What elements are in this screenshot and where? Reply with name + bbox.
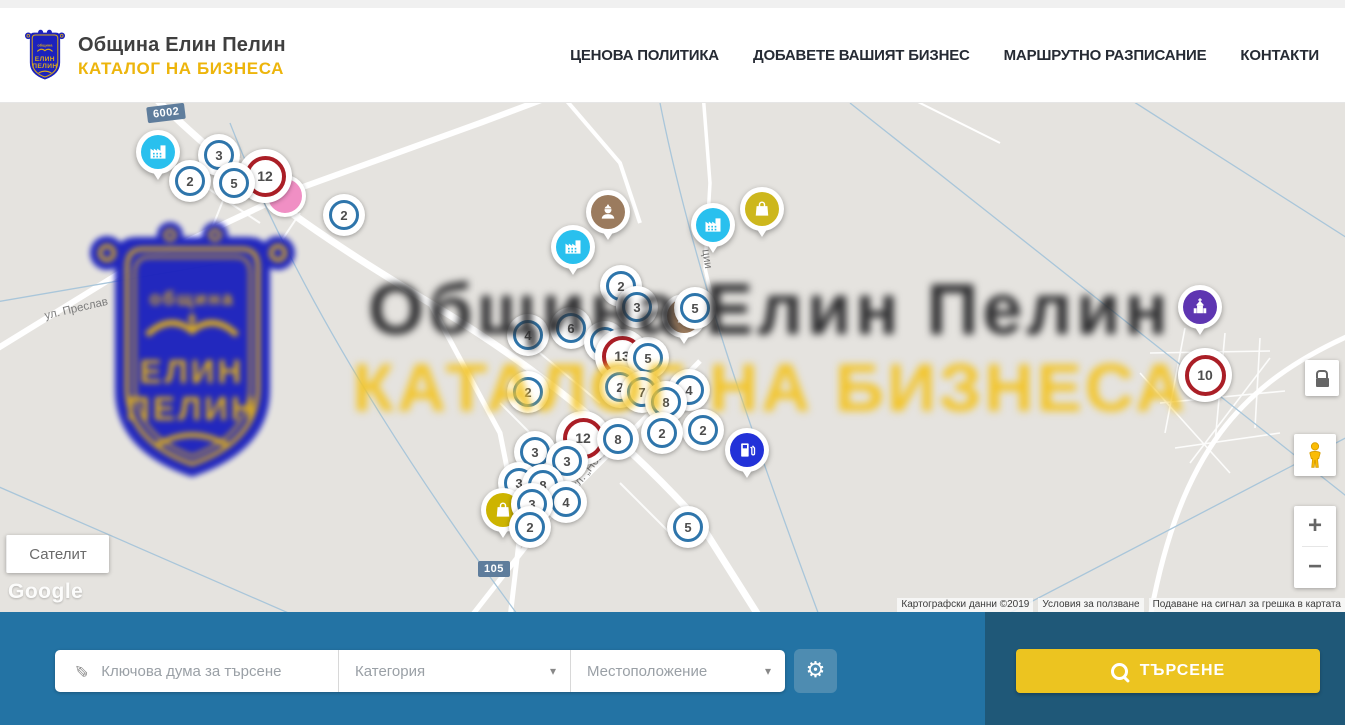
- map-pin-church-icon[interactable]: [1178, 285, 1222, 329]
- attribution-terms-link[interactable]: Условия за ползване: [1038, 598, 1143, 612]
- pegman-icon: [1302, 441, 1328, 469]
- gear-icon: ⚙: [806, 660, 826, 682]
- map-cluster-marker[interactable]: 2: [507, 371, 549, 413]
- search-icon: [1111, 663, 1128, 680]
- nav-route-schedule[interactable]: МАРШРУТНО РАЗПИСАНИЕ: [1004, 47, 1207, 64]
- site-title-block: Община Елин Пелин КАТАЛОГ НА БИЗНЕСА: [78, 34, 286, 79]
- category-select[interactable]: Категория ▾: [338, 650, 570, 692]
- map-cluster-marker[interactable]: 2: [169, 160, 211, 202]
- map-pin-fuel-icon[interactable]: [725, 428, 769, 472]
- keyword-field: ✎: [55, 650, 338, 692]
- nav-contacts[interactable]: КОНТАКТИ: [1240, 47, 1319, 64]
- site-subtitle: КАТАЛОГ НА БИЗНЕСА: [78, 59, 286, 79]
- map-pin-factory-icon[interactable]: [551, 225, 595, 269]
- map-cluster-marker[interactable]: 5: [213, 162, 255, 204]
- search-fields: ✎ Категория ▾ Местоположение ▾: [55, 650, 785, 692]
- nav-add-your-business[interactable]: ДОБАВЕТЕ ВАШИЯТ БИЗНЕС: [753, 47, 970, 64]
- svg-text:община: община: [37, 42, 53, 47]
- street-view-pegman-button[interactable]: [1294, 434, 1336, 476]
- search-button[interactable]: ТЪРСЕНЕ: [1016, 649, 1320, 693]
- map-cluster-marker[interactable]: 2: [682, 409, 724, 451]
- map-canvas[interactable]: ул. Преслав бул. „Новосел ции 6002 105 3…: [0, 103, 1345, 612]
- map-type-satellite-button[interactable]: Сателит: [6, 535, 109, 573]
- zoom-out-button[interactable]: −: [1294, 547, 1336, 587]
- nav-pricing-policy[interactable]: ЦЕНОВА ПОЛИТИКА: [570, 47, 719, 64]
- google-logo[interactable]: Google: [8, 580, 83, 604]
- svg-text:ЕЛИН: ЕЛИН: [35, 56, 55, 63]
- map-pin-bag-icon[interactable]: [740, 187, 784, 231]
- zoom-in-button[interactable]: +: [1294, 506, 1336, 546]
- advanced-settings-button[interactable]: ⚙: [794, 649, 837, 693]
- search-bar: ✎ Категория ▾ Местоположение ▾ ⚙ ТЪРСЕНЕ: [0, 612, 1345, 725]
- map-cluster-marker[interactable]: 4: [507, 314, 549, 356]
- chevron-down-icon: ▾: [765, 664, 771, 678]
- top-strip: [0, 0, 1345, 8]
- map-markers-layer: 31225223564713510242782212833384325: [0, 103, 1345, 612]
- location-select[interactable]: Местоположение ▾: [570, 650, 785, 692]
- fullscreen-lock-button[interactable]: [1305, 360, 1339, 396]
- map-cluster-marker[interactable]: 10: [1178, 348, 1232, 402]
- attribution-report-error-link[interactable]: Подаване на сигнал за грешка в картата: [1149, 598, 1345, 612]
- svg-text:ПЕЛИН: ПЕЛИН: [32, 63, 57, 70]
- header: община ЕЛИН ПЕЛИН Община Елин Пелин КАТА…: [0, 8, 1345, 103]
- lock-icon: [1316, 370, 1328, 378]
- pencil-icon: ✎: [70, 664, 90, 678]
- zoom-control: + −: [1294, 506, 1336, 588]
- map-cluster-marker[interactable]: 3: [616, 286, 658, 328]
- main-nav: ЦЕНОВА ПОЛИТИКА ДОБАВЕТЕ ВАШИЯТ БИЗНЕС М…: [570, 8, 1319, 103]
- chevron-down-icon: ▾: [550, 664, 556, 678]
- map-attribution: Картографски данни ©2019 Условия за полз…: [897, 597, 1345, 612]
- map-cluster-marker[interactable]: 2: [509, 506, 551, 548]
- map-cluster-marker[interactable]: 5: [667, 506, 709, 548]
- keyword-input[interactable]: [99, 662, 313, 681]
- municipality-crest-icon: община ЕЛИН ПЕЛИН: [24, 28, 66, 84]
- map-type-control: Карта Сателит: [6, 535, 109, 573]
- attribution-copyright: Картографски данни ©2019: [897, 598, 1033, 612]
- map-cluster-marker[interactable]: 2: [641, 412, 683, 454]
- site-title: Община Елин Пелин: [78, 34, 286, 57]
- map-cluster-marker[interactable]: 5: [674, 287, 716, 329]
- map-cluster-marker[interactable]: 8: [597, 418, 639, 460]
- map-pin-factory-icon[interactable]: [691, 203, 735, 247]
- site-logo[interactable]: община ЕЛИН ПЕЛИН Община Елин Пелин КАТА…: [24, 28, 286, 84]
- map-cluster-marker[interactable]: 2: [323, 194, 365, 236]
